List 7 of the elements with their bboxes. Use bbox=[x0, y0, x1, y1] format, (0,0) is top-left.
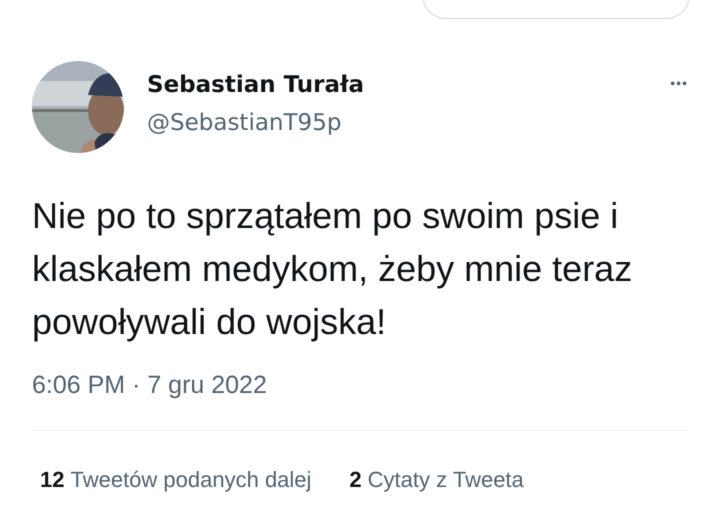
tweet-text: Nie po to sprzątałem po swoim psie i klaskałem medykom, żeby mnie teraz powoływali do wojska! bbox=[32, 194, 634, 344]
stat-link[interactable]: 2 Cytaty z Tweeta bbox=[349, 467, 524, 493]
tweet-timestamp: 6:06 PM · 7 gru 2022 bbox=[32, 371, 268, 400]
author-handle: @SebastianT95p bbox=[147, 109, 342, 138]
author-name: Sebastian Turała bbox=[147, 71, 366, 100]
more-menu[interactable]: ••• bbox=[670, 75, 688, 91]
stat-link[interactable]: 12 Tweetów podanych dalej bbox=[40, 467, 312, 493]
